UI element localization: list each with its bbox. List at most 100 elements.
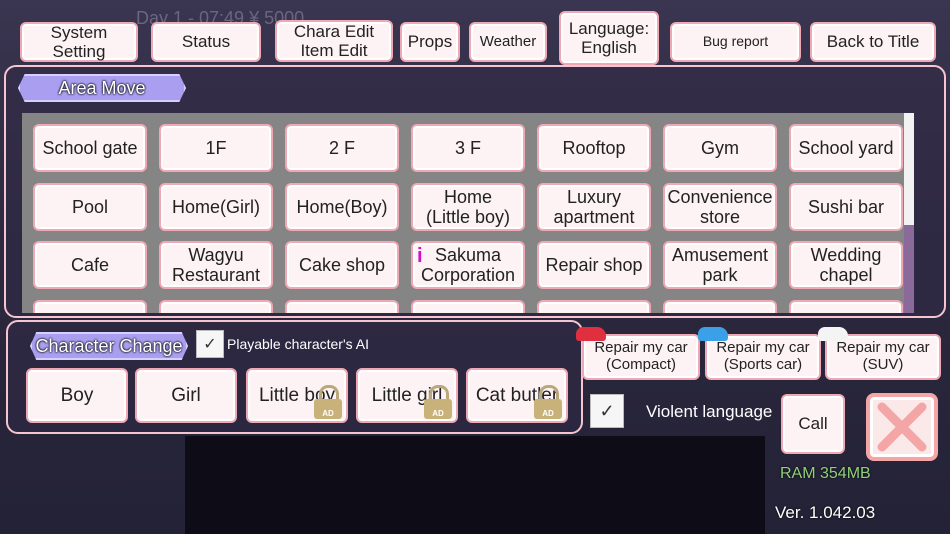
area-location-label: Wedding [810,244,882,265]
repair-compact-type: (Compact) [605,356,676,373]
area-location-button[interactable]: Wedding chapel [789,241,903,289]
area-location-button[interactable]: Home(Boy) [285,183,399,231]
area-location-button[interactable] [33,300,147,313]
area-location-label: School gate [42,137,138,158]
area-location-label: Home(Boy) [296,196,388,217]
area-location-button[interactable] [663,300,777,313]
area-location-button[interactable]: Luxury apartment [537,183,651,231]
character-cat-butler-button[interactable]: Cat butler AD [466,368,568,423]
white-car-icon [818,327,848,341]
props-button[interactable]: Props [400,22,460,62]
bug-report-button[interactable]: Bug report [670,22,801,62]
area-location-button[interactable]: School yard [789,124,903,172]
area-location-button[interactable]: Cake shop [285,241,399,289]
repair-compact-label: Repair my car [594,339,688,357]
call-button[interactable]: Call [781,394,845,454]
language-value: English [581,38,637,57]
area-location-label: Gym [701,137,739,158]
area-location-button[interactable]: Convenience store [663,183,777,231]
area-location-label: 2 F [328,137,355,158]
area-location-grid: Police stationWeddingchapelAmusementpark… [22,113,914,313]
area-location-button[interactable]: Repair shop [537,241,651,289]
area-location-label: Home(Girl) [172,196,260,217]
playable-ai-checkbox[interactable]: ✓ [196,330,224,358]
area-location-sublabel: Corporation [420,265,516,285]
lock-icon: AD [424,385,452,419]
character-little-girl-button[interactable]: Little girl AD [356,368,458,423]
area-location-button[interactable]: 1F [159,124,273,172]
info-icon: i [417,245,423,267]
lock-icon: AD [314,385,342,419]
system-setting-button[interactable]: System Setting [20,22,138,62]
area-location-button[interactable]: Police station [411,300,525,313]
language-label: Language: [568,18,650,38]
ad-label: AD [314,399,342,419]
area-location-label: 3 F [454,137,481,158]
area-location-button[interactable]: 3 F [411,124,525,172]
ad-label: AD [424,399,452,419]
bottom-dark-area [185,436,765,534]
area-location-button[interactable]: 2 F [285,124,399,172]
language-button[interactable]: Language: English [559,11,659,65]
area-location-sublabel: chapel [819,265,873,285]
close-icon [877,402,927,452]
area-move-title: Area Move [18,74,186,102]
status-button[interactable]: Status [151,22,261,62]
area-location-label: School yard [798,137,894,158]
area-location-button[interactable]: Wagyu Restaurant [159,241,273,289]
area-location-button[interactable] [285,300,399,313]
area-location-label: Repair shop [545,254,643,275]
repair-sports-label: Repair my car [716,339,810,357]
area-location-button[interactable]: Cafe [33,241,147,289]
close-button[interactable] [866,393,938,461]
red-car-icon [576,327,606,341]
area-location-button[interactable]: Sakuma Corporation i [411,241,525,289]
area-location-sublabel: Restaurant [171,265,261,285]
area-location-label: Wagyu [188,244,244,265]
playable-ai-label: Playable character's AI [227,336,369,352]
area-location-button[interactable]: Rooftop [537,124,651,172]
violent-language-checkbox[interactable]: ✓ [590,394,624,428]
area-location-label: Pool [71,196,109,217]
area-location-button[interactable]: Pool [33,183,147,231]
ad-label: AD [534,399,562,419]
area-location-label: Cafe [70,254,110,275]
chara-edit-button[interactable]: Chara Edit Item Edit [275,20,393,62]
area-location-label: Convenience [667,186,773,207]
weather-button[interactable]: Weather [469,22,547,62]
area-location-button[interactable]: Sushi bar [789,183,903,231]
item-edit-label: Item Edit [300,41,368,60]
area-location-button[interactable]: Amusement park [663,241,777,289]
blue-car-icon [698,327,728,341]
lock-icon: AD [534,385,562,419]
character-girl-button[interactable]: Girl [135,368,237,423]
area-location-label: 1F [205,137,227,158]
area-location-label: Cake shop [298,254,386,275]
area-location-sublabel: store [699,207,741,227]
character-little-boy-button[interactable]: Little boy AD [246,368,348,423]
area-location-label: Sakuma [434,244,502,265]
area-location-button[interactable]: Home(Girl) [159,183,273,231]
area-location-label: Home [443,186,492,207]
area-location-label: Amusement [671,244,769,265]
repair-sports-type: (Sports car) [723,356,803,373]
area-location-sublabel: (Little boy) [425,207,511,227]
area-location-button[interactable] [537,300,651,313]
area-location-button[interactable] [789,300,903,313]
violent-language-label: Violent language [646,402,773,421]
version-label: Ver. 1.042.03 [775,503,876,522]
area-location-button[interactable]: School gate [33,124,147,172]
area-location-button[interactable]: Gym [663,124,777,172]
repair-suv-label: Repair my car [836,339,930,357]
area-location-button[interactable] [159,300,273,313]
character-boy-button[interactable]: Boy [26,368,128,423]
back-to-title-button[interactable]: Back to Title [810,22,936,62]
area-location-label: Sushi bar [807,196,885,217]
area-location-sublabel: apartment [553,207,635,227]
character-change-title: Character Change [30,332,188,360]
area-scrollbar-thumb[interactable] [904,113,914,225]
area-location-label: Luxury [566,186,622,207]
chara-edit-label: Chara Edit [293,21,375,41]
repair-suv-type: (SUV) [862,356,904,373]
area-location-button[interactable]: Home (Little boy) [411,183,525,231]
